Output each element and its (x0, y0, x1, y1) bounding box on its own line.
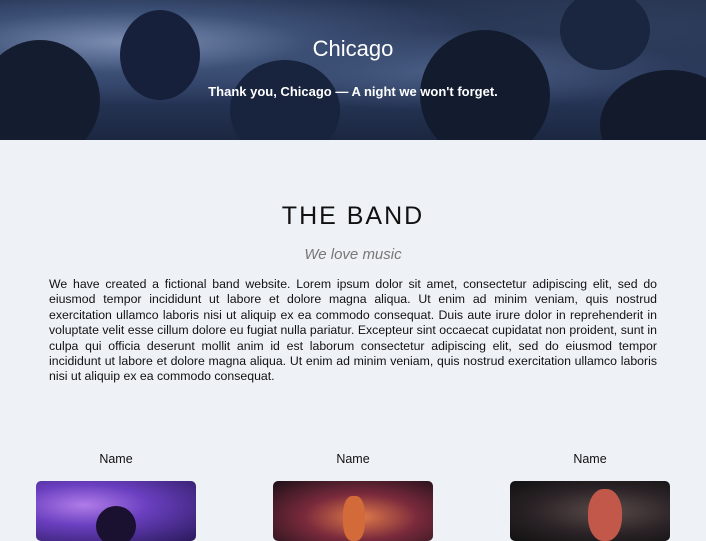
band-tagline: We love music (304, 246, 402, 263)
member-name: Name (336, 452, 370, 466)
member-photo[interactable] (36, 481, 196, 541)
member-photo[interactable] (510, 481, 670, 541)
crowd-silhouette (230, 60, 340, 140)
hero-subtitle: Thank you, Chicago — A night we won't fo… (208, 84, 498, 99)
member-name: Name (573, 452, 607, 466)
crowd-silhouette (600, 70, 706, 140)
hero-banner: Chicago Thank you, Chicago — A night we … (0, 0, 706, 140)
hero-title: Chicago (312, 36, 394, 61)
band-section-title: THE BAND (281, 202, 425, 230)
member-photo[interactable] (273, 481, 433, 541)
band-description: We have created a fictional band website… (49, 277, 657, 384)
member-name: Name (99, 452, 133, 466)
